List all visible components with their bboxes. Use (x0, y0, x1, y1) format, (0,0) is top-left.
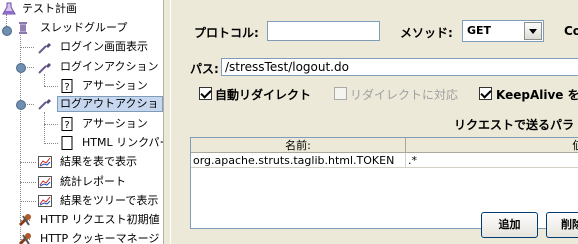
tree-item-label: ログアウトアクショ (57, 96, 163, 112)
panel-splitter[interactable] (163, 0, 171, 244)
tree-item-logout-action[interactable]: ログアウトアクショ (38, 96, 163, 112)
collapse-knob[interactable] (16, 100, 26, 110)
column-header-value[interactable]: 値 (406, 138, 578, 153)
params-title: リクエストで送るパラ (454, 118, 575, 132)
spool-icon (16, 21, 30, 35)
content-encoding-label: Co (564, 24, 578, 38)
tree-item-http-defaults[interactable]: HTTP リクエスト初期値 (18, 212, 163, 228)
tree-item-label: HTML リンクパー (82, 136, 163, 149)
tree-item-thread-group[interactable]: スレッドグループ (16, 20, 160, 36)
tree-item-login-action[interactable]: ログインアクション (38, 59, 163, 75)
tree-item-label: アサーション (82, 79, 148, 92)
keepalive-checkbox[interactable] (479, 87, 492, 100)
follow-redirect-checkbox[interactable] (334, 87, 347, 100)
tree-item-label: テスト計画 (22, 2, 77, 15)
chart-icon (38, 175, 52, 189)
test-plan-tree[interactable]: テスト計画 スレッドグループ ログイン画面表示 ログインアクション ? アサーシ… (0, 0, 163, 244)
path-input[interactable]: /stressTest/logout.do (221, 58, 578, 76)
param-name-cell[interactable]: org.apache.struts.taglib.html.TOKEN (191, 153, 406, 168)
tree-item-label: ログインアクション (60, 60, 159, 73)
column-header-name[interactable]: 名前: (191, 138, 406, 153)
auto-redirect-checkbox[interactable] (199, 87, 212, 100)
tree-item-label: アサーション (82, 117, 148, 130)
tree-item-assertion[interactable]: ? アサーション (60, 78, 163, 94)
keepalive-label: KeepAlive を有 (496, 88, 578, 102)
protocol-label: プロトコル: (194, 26, 259, 40)
tree-item-table-results[interactable]: 結果を表で表示 (38, 154, 163, 170)
tree-item-label: HTTP リクエスト初期値 (40, 213, 160, 226)
method-select[interactable]: GET (462, 20, 544, 42)
tree-item-login-screen[interactable]: ログイン画面表示 (38, 39, 162, 55)
param-value-cell[interactable]: .* (406, 153, 578, 168)
method-label: メソッド: (400, 26, 453, 40)
pipette-icon (38, 96, 52, 110)
chart-icon (38, 155, 52, 169)
tree-item-label: 結果を表で表示 (60, 155, 137, 168)
pipette-icon (38, 40, 52, 54)
tree-item-test-plan[interactable]: テスト計画 (2, 1, 156, 17)
add-button[interactable]: 追加 (481, 212, 538, 238)
auto-redirect-label: 自動リダイレクト (215, 88, 312, 102)
question-doc-icon: ? (60, 117, 74, 131)
protocol-input[interactable] (267, 21, 380, 41)
tree-item-label: 結果をツリーで表示 (60, 194, 159, 207)
pipette-icon (38, 60, 52, 74)
svg-text:?: ? (64, 82, 69, 93)
tree-item-label: ログイン画面表示 (60, 40, 148, 53)
follow-redirect-label: リダイレクトに対応 (350, 88, 459, 102)
tree-item-assertion[interactable]: ? アサーション (60, 116, 163, 132)
tools-icon (18, 213, 32, 227)
collapse-knob[interactable] (2, 26, 12, 36)
chevron-down-icon[interactable] (524, 22, 542, 40)
chart-icon (38, 194, 52, 208)
collapse-knob[interactable] (16, 63, 26, 73)
delete-button[interactable]: 削除 (546, 212, 578, 238)
question-doc-icon: ? (60, 79, 74, 93)
method-selected-value: GET (467, 24, 492, 37)
tree-item-summary-report[interactable]: 統計レポート (38, 174, 163, 190)
tree-item-cookie-manager[interactable]: HTTP クッキーマネージ (18, 231, 163, 244)
tree-item-html-link-parser[interactable]: HTML リンクパー (60, 135, 163, 151)
tree-item-label: HTTP クッキーマネージ (40, 232, 160, 244)
svg-text:?: ? (64, 120, 69, 131)
tools-icon (18, 232, 32, 244)
tree-item-tree-results[interactable]: 結果をツリーで表示 (38, 193, 163, 209)
flask-icon (2, 2, 16, 16)
tree-item-label: スレッドグループ (40, 21, 128, 34)
tree-item-label: 統計レポート (60, 175, 126, 188)
path-label: パス: (190, 62, 219, 76)
doc-icon (60, 136, 74, 150)
